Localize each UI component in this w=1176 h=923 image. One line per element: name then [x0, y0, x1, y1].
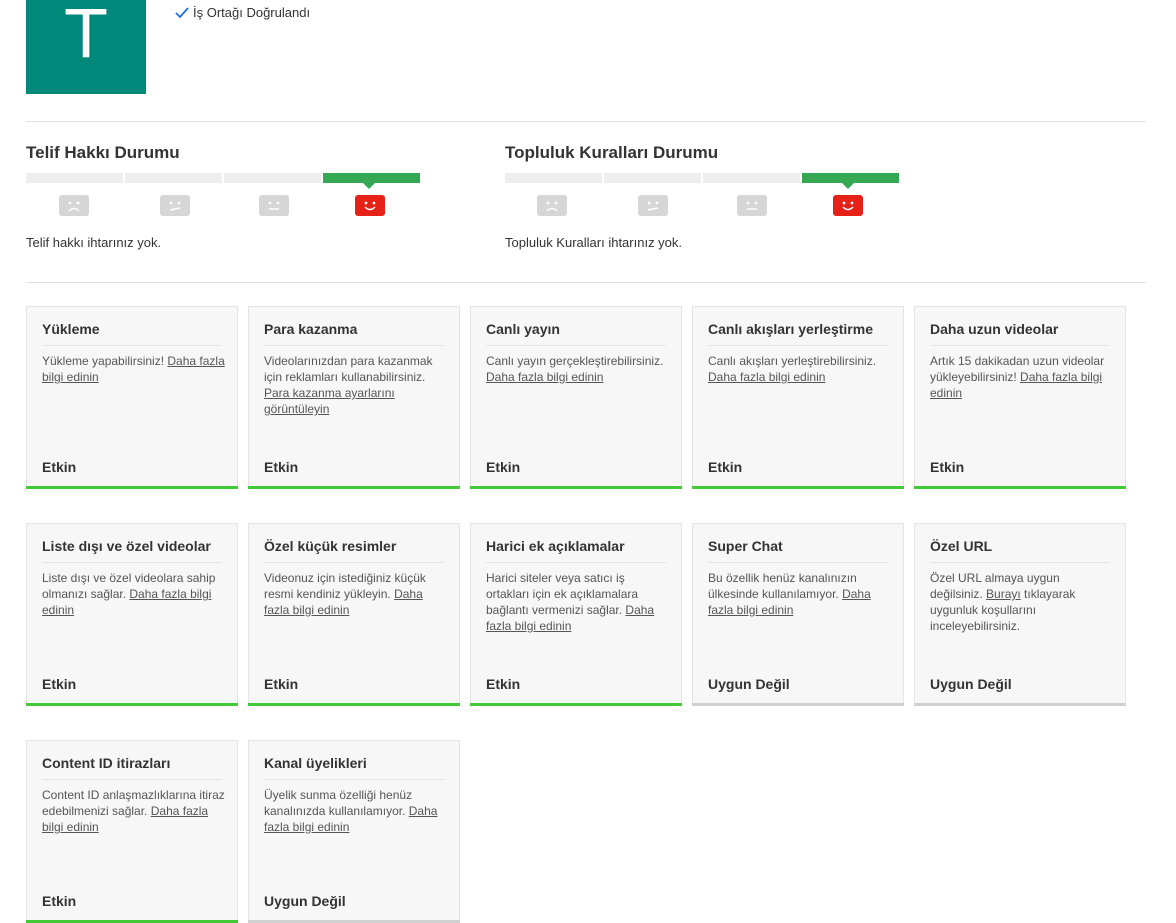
feature-card-embed-live: Canlı akışları yerleştirme Canlı akışlar…: [692, 306, 904, 489]
meter-segment: [604, 173, 701, 183]
learn-more-link[interactable]: Daha fazla bilgi edinin: [486, 370, 603, 384]
feature-card-custom-thumbnails: Özel küçük resimler Videonuz için istedi…: [248, 523, 460, 706]
community-status: Topluluk Kuralları Durumu: [505, 142, 905, 216]
card-description: Canlı akışları yerleştirebilirsiniz. Dah…: [708, 354, 877, 384]
status-bar: [470, 703, 682, 706]
card-description: Üyelik sunma özelliği henüz kanalınızda …: [264, 788, 438, 834]
status-bar: [26, 486, 238, 489]
meter-segment-active: [802, 173, 899, 183]
meter-segment-active: [323, 173, 420, 183]
status-bar: [470, 486, 682, 489]
card-status: Etkin: [486, 676, 521, 692]
feature-card-custom-url: Özel URL Özel URL almaya uygun değilsini…: [914, 523, 1126, 706]
card-status: Uygun Değil: [930, 676, 1012, 692]
happy-face-icon: [833, 195, 863, 216]
very-sad-face-icon: [59, 195, 89, 216]
card-description: Canlı yayın gerçekleştirebilirsiniz. Dah…: [486, 354, 664, 384]
channel-avatar: T: [26, 0, 146, 94]
card-description: Bu özellik henüz kanalınızın ülkesinde k…: [708, 571, 871, 617]
card-title: Daha uzun videolar: [930, 321, 1110, 346]
feature-card-unlisted-private: Liste dışı ve özel videolar Liste dışı v…: [26, 523, 238, 706]
copyright-status-message: Telif hakkı ihtarınız yok.: [26, 235, 162, 250]
copyright-status: Telif Hakkı Durumu: [26, 142, 426, 216]
card-title: Harici ek açıklamalar: [486, 538, 666, 563]
sad-face-icon: [160, 195, 190, 216]
feature-card-external-annotations: Harici ek açıklamalar Harici siteler vey…: [470, 523, 682, 706]
checkmark-icon: [175, 6, 189, 19]
card-title: Liste dışı ve özel videolar: [42, 538, 222, 563]
status-bar: [26, 703, 238, 706]
card-status: Etkin: [264, 676, 299, 692]
feature-card-live-streaming: Canlı yayın Canlı yayın gerçekleştirebil…: [470, 306, 682, 489]
very-sad-face-icon: [537, 195, 567, 216]
verified-partner-badge: İş Ortağı Doğrulandı: [175, 5, 310, 20]
eligibility-link[interactable]: Burayı: [986, 587, 1021, 601]
divider: [26, 121, 1146, 122]
card-description: Harici siteler veya satıcı iş ortakları …: [486, 571, 655, 633]
meter-pointer-icon: [842, 183, 854, 189]
feature-card-upload: Yükleme Yükleme yapabilirsiniz! Daha faz…: [26, 306, 238, 489]
feature-card-longer-videos: Daha uzun videolar Artık 15 dakikadan uz…: [914, 306, 1126, 489]
meter-segment: [703, 173, 800, 183]
meter-segment: [125, 173, 222, 183]
divider: [26, 282, 1146, 283]
meter-segment: [224, 173, 321, 183]
card-title: Özel küçük resimler: [264, 538, 444, 563]
card-status: Etkin: [42, 676, 77, 692]
feature-card-super-chat: Super Chat Bu özellik henüz kanalınızın …: [692, 523, 904, 706]
card-description: Yükleme yapabilirsiniz! Daha fazla bilgi…: [42, 354, 225, 384]
status-bar: [692, 486, 904, 489]
status-bar: [914, 486, 1126, 489]
feature-card-monetization: Para kazanma Videolarınızdan para kazanm…: [248, 306, 460, 489]
card-status: Etkin: [930, 459, 965, 475]
happy-face-icon: [355, 195, 385, 216]
status-bar: [248, 486, 460, 489]
card-status: Etkin: [486, 459, 521, 475]
card-title: Kanal üyelikleri: [264, 755, 444, 780]
card-description: Artık 15 dakikadan uzun videolar yükleye…: [930, 354, 1105, 400]
card-status: Uygun Değil: [264, 893, 346, 909]
card-status: Etkin: [42, 459, 77, 475]
card-title: Yükleme: [42, 321, 222, 346]
neutral-face-icon: [259, 195, 289, 216]
card-status: Etkin: [264, 459, 299, 475]
meter-pointer-icon: [363, 183, 375, 189]
card-title: Canlı yayın: [486, 321, 666, 346]
partner-label: İş Ortağı Doğrulandı: [193, 5, 311, 20]
card-status: Uygun Değil: [708, 676, 790, 692]
copyright-status-title: Telif Hakkı Durumu: [26, 143, 180, 162]
status-bar: [248, 703, 460, 706]
feature-card-channel-memberships: Kanal üyelikleri Üyelik sunma özelliği h…: [248, 740, 460, 923]
learn-more-link[interactable]: Daha fazla bilgi edinin: [708, 370, 825, 384]
meter-segment: [505, 173, 602, 183]
neutral-face-icon: [737, 195, 767, 216]
card-description: Videonuz için istediğiniz küçük resmi ke…: [264, 571, 426, 617]
card-description: Liste dışı ve özel videolara sahip olman…: [42, 571, 216, 617]
monetization-settings-link[interactable]: Para kazanma ayarlarını görüntüleyin: [264, 386, 395, 416]
feature-card-content-id-appeals: Content ID itirazları Content ID anlaşma…: [26, 740, 238, 923]
community-strike-meter: [505, 173, 905, 216]
card-description: Videolarınızdan para kazanmak için rekla…: [264, 354, 433, 416]
card-title: Özel URL: [930, 538, 1110, 563]
card-title: Content ID itirazları: [42, 755, 222, 780]
card-status: Etkin: [708, 459, 743, 475]
sad-face-icon: [638, 195, 668, 216]
community-status-message: Topluluk Kuralları ihtarınız yok.: [505, 235, 683, 250]
status-bar: [914, 703, 1126, 706]
status-bar: [692, 703, 904, 706]
card-status: Etkin: [42, 893, 77, 909]
card-title: Canlı akışları yerleştirme: [708, 321, 888, 346]
meter-segment: [26, 173, 123, 183]
card-title: Super Chat: [708, 538, 888, 563]
community-status-title: Topluluk Kuralları Durumu: [505, 143, 719, 162]
card-description: Content ID anlaşmazlıklarına itiraz edeb…: [42, 788, 225, 834]
card-title: Para kazanma: [264, 321, 444, 346]
card-description: Özel URL almaya uygun değilsiniz. Burayı…: [930, 571, 1076, 633]
copyright-strike-meter: [26, 173, 426, 216]
